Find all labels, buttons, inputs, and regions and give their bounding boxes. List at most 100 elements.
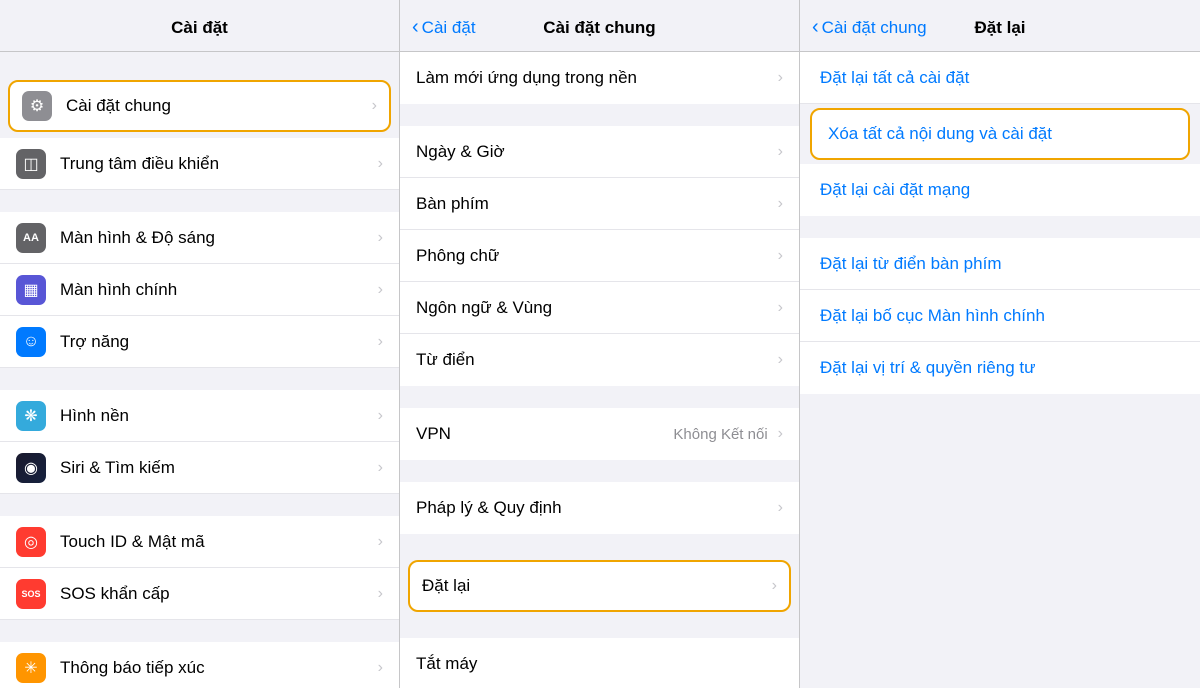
panel1-chevron-display: › bbox=[378, 229, 383, 247]
panel1-item-label-home: Màn hình chính bbox=[60, 280, 372, 300]
panel3-item-label-reset-all: Đặt lại tất cả cài đặt bbox=[820, 68, 969, 88]
panel2-gap-3 bbox=[400, 460, 799, 482]
panel3-back-button[interactable]: ‹ Cài đặt chung bbox=[812, 18, 927, 38]
panel2-item-label-language: Ngôn ngữ & Vùng bbox=[416, 298, 772, 318]
icon-wallpaper: ❋ bbox=[16, 401, 46, 431]
icon-siri: ◉ bbox=[16, 453, 46, 483]
panel3-item-reset-location[interactable]: Đặt lại vị trí & quyền riêng tư bbox=[800, 342, 1200, 394]
panel2-chevron-vpn: › bbox=[778, 425, 783, 443]
panel2-item-label-legal: Pháp lý & Quy định bbox=[416, 498, 772, 518]
panel3-back-label: Cài đặt chung bbox=[822, 18, 927, 38]
panel3-item-label-reset-layout: Đặt lại bố cục Màn hình chính bbox=[820, 306, 1045, 326]
panel1-item-wallpaper[interactable]: ❋ Hình nền › bbox=[0, 390, 399, 442]
panel3-gap-1 bbox=[800, 216, 1200, 238]
panel2-item-label-font: Phông chữ bbox=[416, 246, 772, 266]
panel2-header: ‹ Cài đặt Cài đặt chung bbox=[400, 0, 799, 52]
panel2-item-datetime[interactable]: Ngày & Giờ › bbox=[400, 126, 799, 178]
panel1-gap-5 bbox=[0, 368, 399, 390]
panel-general: ‹ Cài đặt Cài đặt chung Làm mới ứng dụng… bbox=[400, 0, 800, 688]
icon-exposure: ✳ bbox=[16, 653, 46, 683]
panel1-chevron-home: › bbox=[378, 281, 383, 299]
panel1-item-label-siri: Siri & Tìm kiếm bbox=[60, 458, 372, 478]
panel3-item-reset-layout[interactable]: Đặt lại bố cục Màn hình chính bbox=[800, 290, 1200, 342]
panel2-back-button[interactable]: ‹ Cài đặt bbox=[412, 18, 476, 38]
panel1-item-label-exposure: Thông báo tiếp xúc bbox=[60, 658, 372, 678]
panel1-item-exposure[interactable]: ✳ Thông báo tiếp xúc › bbox=[0, 642, 399, 688]
panel1-item-label-accessibility: Trợ năng bbox=[60, 332, 372, 352]
panel1-chevron-sos: › bbox=[378, 585, 383, 603]
panel3-item-label-reset-location: Đặt lại vị trí & quyền riêng tư bbox=[820, 358, 1035, 378]
icon-touch: ◎ bbox=[16, 527, 46, 557]
panel2-chevron-legal: › bbox=[778, 499, 783, 517]
panel1-item-label-touch: Touch ID & Mật mã bbox=[60, 532, 372, 552]
panel2-item-shutdown[interactable]: Tắt máy bbox=[400, 638, 799, 688]
panel1-item-home[interactable]: ▦ Màn hình chính › bbox=[0, 264, 399, 316]
panel3-item-reset-all[interactable]: Đặt lại tất cả cài đặt bbox=[800, 52, 1200, 104]
icon-sos: SOS bbox=[16, 579, 46, 609]
icon-accessibility: ☺ bbox=[16, 327, 46, 357]
panel2-value-vpn: Không Kết nối bbox=[673, 426, 767, 443]
panel1-item-label-sos: SOS khẩn cấp bbox=[60, 584, 372, 604]
panel1-chevron-general: › bbox=[372, 97, 377, 115]
panel3-item-reset-network[interactable]: Đặt lại cài đặt mạng bbox=[800, 164, 1200, 216]
panel2-chevron-dictionary: › bbox=[778, 351, 783, 369]
panel-settings: Cài đặt ⚙ Cài đặt chung › ◫ Trung tâm đi… bbox=[0, 0, 400, 688]
panel3-item-erase-all[interactable]: Xóa tất cả nội dung và cài đặt bbox=[810, 108, 1190, 160]
panel2-gap-4 bbox=[400, 534, 799, 556]
panel2-item-legal[interactable]: Pháp lý & Quy định › bbox=[400, 482, 799, 534]
panel3-title: Đặt lại bbox=[974, 18, 1025, 38]
panel2-chevron-refresh: › bbox=[778, 69, 783, 87]
panel2-back-label: Cài đặt bbox=[422, 18, 476, 38]
panel2-chevron-keyboard: › bbox=[778, 195, 783, 213]
panel2-item-label-dictionary: Từ điển bbox=[416, 350, 772, 370]
panel3-content: Đặt lại tất cả cài đặt Xóa tất cả nội du… bbox=[800, 52, 1200, 688]
panel2-item-language[interactable]: Ngôn ngữ & Vùng › bbox=[400, 282, 799, 334]
panel2-item-label-keyboard: Bàn phím bbox=[416, 194, 772, 214]
panel2-back-chevron: ‹ bbox=[412, 17, 419, 37]
panel1-gap-9 bbox=[0, 620, 399, 642]
panel2-item-refresh[interactable]: Làm mới ứng dụng trong nền › bbox=[400, 52, 799, 104]
panel1-gap-7 bbox=[0, 494, 399, 516]
panel1-item-touch[interactable]: ◎ Touch ID & Mật mã › bbox=[0, 516, 399, 568]
panel2-gap-1 bbox=[400, 104, 799, 126]
panel3-back-chevron: ‹ bbox=[812, 17, 819, 37]
panel1-item-general[interactable]: ⚙ Cài đặt chung › bbox=[8, 80, 391, 132]
panel2-title: Cài đặt chung bbox=[543, 18, 655, 38]
panel2-item-keyboard[interactable]: Bàn phím › bbox=[400, 178, 799, 230]
panel3-item-label-reset-keyboard: Đặt lại từ điển bàn phím bbox=[820, 254, 1001, 274]
panel1-item-label-display: Màn hình & Độ sáng bbox=[60, 228, 372, 248]
panel1-chevron-exposure: › bbox=[378, 659, 383, 677]
panel1-gap-0 bbox=[0, 52, 399, 74]
panel1-item-control[interactable]: ◫ Trung tâm điều khiển › bbox=[0, 138, 399, 190]
panel2-item-dictionary[interactable]: Từ điển › bbox=[400, 334, 799, 386]
panel2-item-label-vpn: VPN bbox=[416, 424, 673, 444]
panel1-item-siri[interactable]: ◉ Siri & Tìm kiếm › bbox=[0, 442, 399, 494]
panel2-gap-2 bbox=[400, 386, 799, 408]
panel2-chevron-font: › bbox=[778, 247, 783, 265]
panel2-item-vpn[interactable]: VPN Không Kết nối › bbox=[400, 408, 799, 460]
panel2-chevron-datetime: › bbox=[778, 143, 783, 161]
panel2-item-font[interactable]: Phông chữ › bbox=[400, 230, 799, 282]
icon-control: ◫ bbox=[16, 149, 46, 179]
panel2-item-label-shutdown: Tắt máy bbox=[416, 654, 783, 674]
panel1-header: Cài đặt bbox=[0, 0, 399, 52]
panel1-chevron-control: › bbox=[378, 155, 383, 173]
panel3-item-label-erase-all: Xóa tất cả nội dung và cài đặt bbox=[828, 124, 1052, 144]
panel-reset: ‹ Cài đặt chung Đặt lại Đặt lại tất cả c… bbox=[800, 0, 1200, 688]
icon-display: AA bbox=[16, 223, 46, 253]
panel3-item-reset-keyboard[interactable]: Đặt lại từ điển bàn phím bbox=[800, 238, 1200, 290]
panel1-title: Cài đặt bbox=[171, 18, 228, 38]
panel2-item-reset[interactable]: Đặt lại › bbox=[408, 560, 791, 612]
panel2-content: Làm mới ứng dụng trong nền › Ngày & Giờ … bbox=[400, 52, 799, 688]
panel1-gap-2 bbox=[0, 190, 399, 212]
panel1-item-label-general: Cài đặt chung bbox=[66, 96, 366, 116]
panel2-item-label-refresh: Làm mới ứng dụng trong nền bbox=[416, 68, 772, 88]
panel1-content: ⚙ Cài đặt chung › ◫ Trung tâm điều khiển… bbox=[0, 52, 399, 688]
panel1-item-accessibility[interactable]: ☺ Trợ năng › bbox=[0, 316, 399, 368]
panel3-item-label-reset-network: Đặt lại cài đặt mạng bbox=[820, 180, 970, 200]
panel2-gap-5 bbox=[400, 616, 799, 638]
panel1-item-display[interactable]: AA Màn hình & Độ sáng › bbox=[0, 212, 399, 264]
panel1-chevron-siri: › bbox=[378, 459, 383, 477]
panel1-item-label-control: Trung tâm điều khiển bbox=[60, 154, 372, 174]
panel1-item-sos[interactable]: SOS SOS khẩn cấp › bbox=[0, 568, 399, 620]
